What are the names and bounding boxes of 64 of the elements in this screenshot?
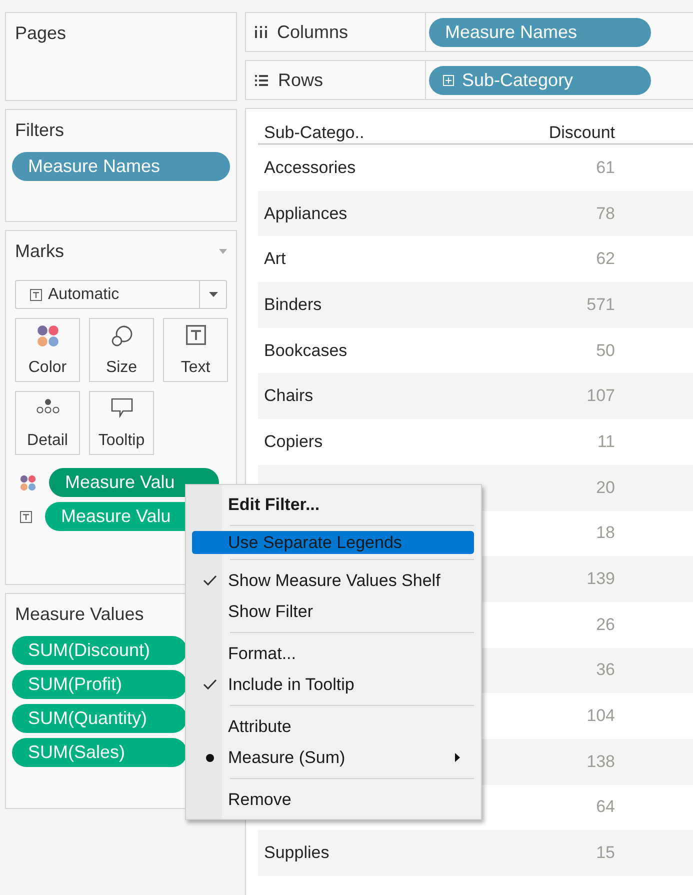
- mark-card-button[interactable]: Detail: [15, 391, 80, 455]
- circles-icon: [110, 325, 132, 347]
- caret-icon[interactable]: [219, 249, 227, 254]
- columns-icon: [255, 26, 267, 38]
- panel-title: Pages: [15, 23, 66, 44]
- table-cell-text: 15: [595, 843, 615, 864]
- submenu-arrow-icon: [455, 753, 460, 762]
- table-cell-text: 62: [595, 249, 615, 270]
- table-cell-text: 107: [586, 386, 615, 406]
- speech-bubble-icon: [110, 398, 132, 418]
- text-box-icon: [30, 288, 42, 300]
- check-icon: [203, 575, 217, 586]
- row-header: Accessories: [263, 158, 357, 178]
- text-box-icon: [20, 510, 32, 522]
- color-dots-icon: [20, 474, 36, 490]
- row-header: Chairs: [263, 386, 314, 406]
- table-cell-text: 104: [586, 706, 615, 726]
- table-cell-text: 26: [595, 614, 615, 635]
- mark-type-dropdown[interactable]: Automatic: [15, 280, 227, 309]
- shelf-label: Columns: [277, 22, 348, 42]
- panel-title: Marks: [15, 241, 64, 262]
- column-header: Sub-Catego..: [263, 123, 366, 143]
- menu-item[interactable]: Attribute: [192, 711, 474, 742]
- menu-item[interactable]: Include in Tooltip: [192, 669, 474, 700]
- table-cell-text: 20: [595, 478, 615, 498]
- shelf-label: Rows: [278, 70, 324, 90]
- table-cell-text: 36: [595, 660, 615, 680]
- table-cell-text: 18: [595, 523, 615, 544]
- table-cell-text: 138: [586, 752, 615, 772]
- mark-card-button[interactable]: Color: [15, 318, 80, 382]
- text-box-icon: [186, 325, 206, 345]
- color-dots-icon: [36, 325, 58, 347]
- column-header: Discount: [548, 123, 615, 143]
- rows-icon: [255, 74, 268, 86]
- table-cell-text: 78: [595, 204, 615, 224]
- mark-card-button[interactable]: Text: [163, 318, 228, 382]
- menu-item[interactable]: Remove: [192, 784, 474, 815]
- menu-item[interactable]: Use Separate Legends: [192, 531, 474, 554]
- field-pill[interactable]: Measure Valu: [49, 468, 219, 497]
- menu-item[interactable]: Show Filter: [192, 596, 474, 627]
- row-header: Supplies: [263, 843, 330, 864]
- panel-title: Filters: [14, 120, 64, 141]
- expand-icon: [443, 74, 454, 86]
- row-header: Appliances: [263, 204, 348, 224]
- table-cell-text: 571: [586, 294, 615, 315]
- check-icon: [203, 679, 217, 690]
- table-cell-text: 64: [595, 797, 615, 818]
- table-cell-text: 11: [596, 432, 615, 452]
- panel-title: Measure Values: [15, 604, 144, 625]
- row-header: Copiers: [263, 432, 324, 452]
- bullet-icon: [206, 754, 214, 762]
- mark-card-button[interactable]: Tooltip: [89, 391, 154, 455]
- row-header: Binders: [263, 294, 323, 315]
- menu-item[interactable]: Format...: [192, 638, 474, 669]
- mark-card-button[interactable]: Size: [89, 318, 154, 382]
- menu-item[interactable]: Measure (Sum): [192, 742, 474, 773]
- table-cell-text: 61: [595, 158, 615, 178]
- caret-icon: [208, 292, 218, 297]
- table-cell-text: 50: [595, 340, 615, 361]
- row-header: Art: [263, 249, 287, 270]
- detail-dots-icon: [36, 398, 60, 414]
- table-cell-text: 139: [586, 569, 615, 590]
- menu-item[interactable]: Show Measure Values Shelf: [192, 565, 474, 596]
- row-header: Bookcases: [263, 340, 348, 361]
